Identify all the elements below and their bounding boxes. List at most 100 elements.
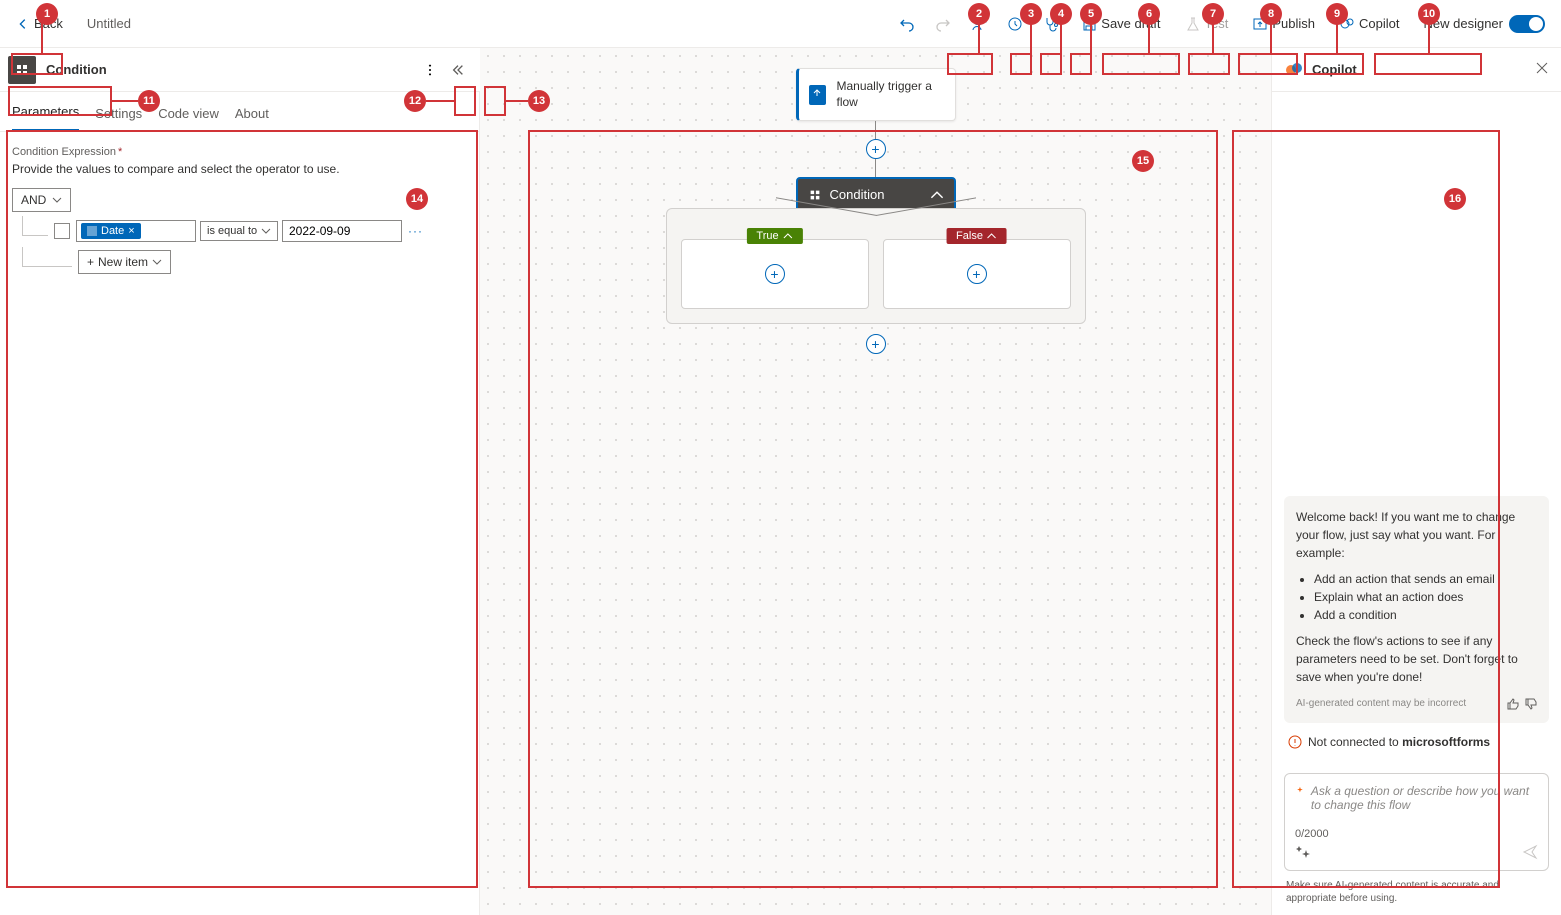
- annotation-marker: 6: [1138, 3, 1160, 25]
- add-false-action-button[interactable]: +: [967, 264, 987, 284]
- chevron-up-icon[interactable]: [930, 188, 944, 202]
- right-operand-input[interactable]: [282, 220, 402, 242]
- flow-title[interactable]: Untitled: [87, 16, 131, 31]
- copilot-title: Copilot: [1312, 62, 1357, 77]
- flask-icon: [1185, 16, 1201, 32]
- copilot-char-count: 0/2000: [1295, 828, 1538, 840]
- copilot-input-placeholder: Ask a question or describe how you want …: [1311, 784, 1538, 812]
- trigger-node[interactable]: Manually trigger a flow: [796, 68, 956, 121]
- annotation-marker: 11: [138, 90, 160, 112]
- annotation-marker: 2: [968, 3, 990, 25]
- sparkle-icon: [1295, 784, 1305, 798]
- annotation-marker: 14: [406, 188, 428, 210]
- left-operand-input[interactable]: Date×: [76, 220, 196, 242]
- annotation-marker: 10: [1418, 3, 1440, 25]
- group-operator-value: AND: [21, 193, 46, 207]
- new-item-label: New item: [98, 255, 148, 269]
- copilot-disclaimer: Make sure AI-generated content is accura…: [1272, 879, 1561, 915]
- dynamic-token-date[interactable]: Date×: [81, 223, 141, 239]
- redo-button[interactable]: [929, 10, 957, 38]
- group-operator-select[interactable]: AND: [12, 188, 71, 212]
- chevron-down-icon: [52, 195, 62, 205]
- trigger-label: Manually trigger a flow: [836, 79, 944, 110]
- annotation-marker: 4: [1050, 3, 1072, 25]
- add-step-after-button[interactable]: +: [866, 334, 886, 354]
- annotation-marker: 13: [528, 90, 550, 112]
- toggle-switch-icon: [1509, 15, 1545, 33]
- tab-parameters[interactable]: Parameters: [12, 94, 79, 131]
- copilot-panel: Copilot Welcome back! If you want me to …: [1271, 48, 1561, 915]
- step-name: Condition: [46, 62, 107, 77]
- collapse-panel-button[interactable]: [444, 56, 472, 84]
- copilot-input-box[interactable]: Ask a question or describe how you want …: [1284, 773, 1549, 871]
- annotation-marker: 3: [1020, 3, 1042, 25]
- annotation-marker: 5: [1080, 3, 1102, 25]
- operator-select[interactable]: is equal to: [200, 221, 278, 241]
- copilot-ai-note: AI-generated content may be incorrect: [1296, 696, 1466, 711]
- connection-warning: Not connected to microsoftforms: [1288, 735, 1545, 749]
- step-more-menu-button[interactable]: [416, 56, 444, 84]
- thumbs-down-icon[interactable]: [1525, 698, 1537, 710]
- copilot-welcome-message: Welcome back! If you want me to change y…: [1284, 496, 1549, 723]
- copilot-example-item: Add a condition: [1314, 606, 1537, 624]
- connection-target: microsoftforms: [1402, 735, 1490, 749]
- remove-token-icon[interactable]: ×: [128, 225, 134, 237]
- warning-icon: [1288, 735, 1302, 749]
- annotation-marker: 9: [1326, 3, 1348, 25]
- annotation-marker: 8: [1260, 3, 1282, 25]
- publish-button[interactable]: Publish: [1244, 10, 1323, 38]
- plus-icon: +: [87, 255, 94, 269]
- annotation-marker: 12: [404, 90, 426, 112]
- chevron-down-icon: [261, 226, 271, 236]
- tree-connector-icon: [22, 216, 48, 236]
- condition-expression-label: Condition Expression*: [12, 146, 467, 158]
- redo-icon: [935, 16, 951, 32]
- copilot-example-item: Explain what an action does: [1314, 588, 1537, 606]
- annotation-marker: 15: [1132, 150, 1154, 172]
- condition-node-label: Condition: [830, 187, 885, 202]
- undo-button[interactable]: [893, 10, 921, 38]
- annotation-marker: 16: [1444, 188, 1466, 210]
- trigger-icon: [809, 85, 827, 105]
- copilot-logo-icon: [1284, 60, 1304, 80]
- more-vertical-icon: [423, 63, 437, 77]
- copilot-header: Copilot: [1272, 48, 1561, 92]
- row-more-button[interactable]: ···: [408, 224, 423, 238]
- tab-about[interactable]: About: [235, 96, 269, 131]
- condition-branches: True + False +: [666, 208, 1086, 324]
- copilot-body: Welcome back! If you want me to change y…: [1272, 92, 1561, 773]
- row-checkbox[interactable]: [54, 223, 70, 239]
- copilot-example-item: Add an action that sends an email: [1314, 570, 1537, 588]
- annotation-marker: 1: [36, 3, 58, 25]
- thumbs-up-icon[interactable]: [1507, 698, 1519, 710]
- condition-icon: [808, 188, 822, 202]
- send-icon[interactable]: [1522, 844, 1538, 860]
- true-branch[interactable]: True +: [681, 239, 869, 309]
- condition-row: Date× is equal to ···: [12, 220, 467, 242]
- copilot-examples-list: Add an action that sends an email Explai…: [1314, 570, 1537, 624]
- copilot-welcome-outro: Check the flow's actions to see if any p…: [1296, 632, 1537, 686]
- designer-canvas[interactable]: Manually trigger a flow + Condition True…: [480, 48, 1271, 915]
- add-true-action-button[interactable]: +: [765, 264, 785, 284]
- tree-connector-icon: [22, 247, 72, 267]
- new-item-button[interactable]: + New item: [78, 250, 171, 274]
- new-item-row: + New item: [12, 250, 467, 274]
- arrow-left-icon: [16, 17, 30, 31]
- panel-header: Condition: [0, 48, 480, 92]
- copilot-close-button[interactable]: [1535, 61, 1549, 78]
- add-step-button[interactable]: +: [866, 139, 886, 159]
- tab-code-view[interactable]: Code view: [158, 96, 219, 131]
- main-area: Condition Parameters Settings Code view …: [0, 48, 1561, 915]
- token-icon: [87, 226, 97, 236]
- left-panel: Condition Parameters Settings Code view …: [0, 48, 480, 915]
- chevron-down-icon: [152, 257, 162, 267]
- undo-icon: [899, 16, 915, 32]
- chevron-up-icon: [783, 231, 793, 241]
- condition-step-icon: [8, 56, 36, 84]
- sparkle-small-icon[interactable]: [1295, 844, 1311, 860]
- false-branch[interactable]: False +: [883, 239, 1071, 309]
- true-branch-label: True: [746, 228, 802, 244]
- false-branch-label: False: [946, 228, 1007, 244]
- close-icon: [1535, 61, 1549, 75]
- chevron-double-left-icon: [451, 63, 465, 77]
